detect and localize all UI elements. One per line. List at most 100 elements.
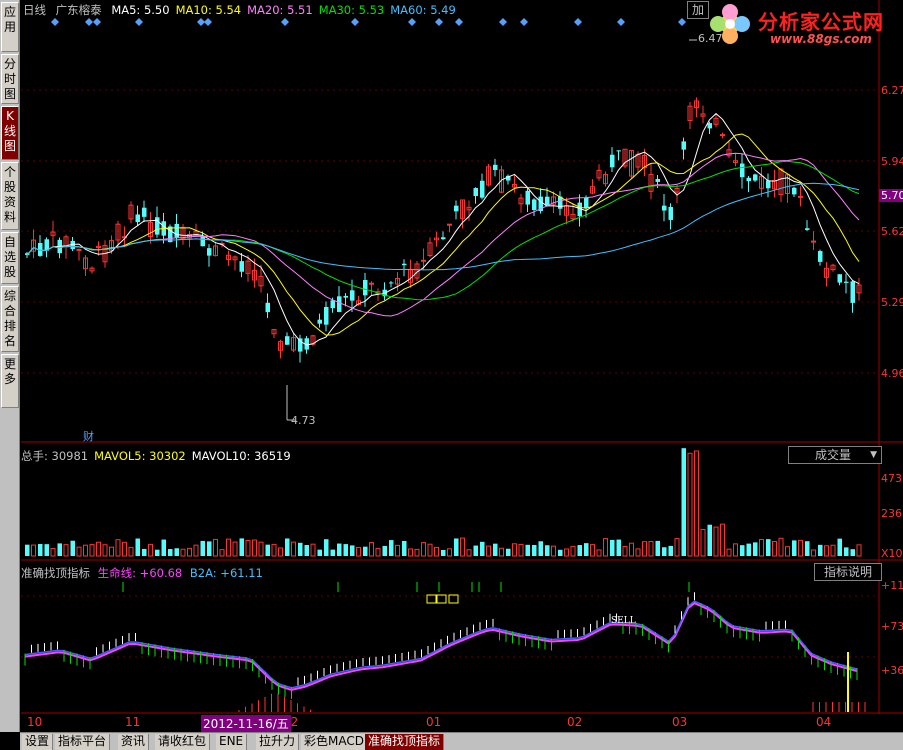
candle-body (239, 261, 244, 272)
price-tick: 5.29 (881, 296, 903, 309)
volume-bar (324, 539, 329, 556)
volume-legend-item: MAVOL10: 36519 (191, 449, 291, 463)
volume-bar (596, 549, 602, 557)
tab-3[interactable]: 请收红包 (155, 734, 211, 750)
volume-bar (109, 546, 114, 557)
volume-bar (473, 545, 478, 556)
volume-bar (558, 549, 563, 556)
volume-bar (402, 540, 407, 556)
indicator-tick: +36 (881, 664, 903, 677)
period-label: 日线 (23, 3, 46, 17)
tab-4[interactable]: ENE (216, 734, 248, 750)
volume-bar (356, 546, 361, 557)
bottom-tab-bar: 设置 指标平台 资讯 请收红包 ENE 拉升力 彩色MACD 准确找顶指标 (20, 732, 903, 750)
left-sidebar: 应用 分时图 K线图 个股资料 自选股 综合排名 更多 (0, 0, 20, 732)
price-tick: 4.96 (881, 367, 903, 380)
volume-bar (753, 542, 758, 556)
volume-bar (766, 539, 771, 556)
volume-bar (486, 545, 491, 557)
signal-diamond (281, 18, 289, 26)
candle-body (681, 141, 686, 150)
candle-body (324, 306, 329, 325)
volume-bar (759, 539, 764, 557)
indicator-help-button[interactable]: 指标说明 (814, 563, 882, 581)
yellow-signal-box (426, 594, 437, 604)
candle-body (441, 237, 446, 240)
volume-bar (232, 541, 238, 557)
chevron-down-icon[interactable]: ▼ (870, 447, 877, 463)
candle-body (317, 319, 322, 324)
chart-area[interactable]: 日线 广东榕泰 MA5: 5.50 MA10: 5.54 MA20: 5.51 MA3… (21, 0, 903, 732)
tab-0[interactable]: 设置 (22, 734, 54, 750)
volume-bar (564, 548, 569, 557)
signal-diamond (93, 18, 101, 26)
volume-bar (642, 541, 647, 557)
volume-bar (740, 545, 745, 556)
volume-bar (584, 543, 589, 556)
volume-bar (694, 450, 699, 557)
sidebar-item-more[interactable]: 更多 (1, 354, 19, 408)
candle-body (473, 188, 478, 197)
tab-1[interactable]: 指标平台 (55, 734, 111, 750)
volume-bar (733, 543, 738, 557)
sidebar-item-watchlist[interactable]: 自选股 (1, 232, 19, 284)
candle-body (668, 206, 673, 220)
indicator-selector-value: 成交量 (815, 448, 852, 462)
price-tick: 6.27 (881, 84, 903, 97)
tab-5[interactable]: 拉升力 (256, 734, 300, 750)
volume-tick: 473 (881, 472, 902, 485)
volume-bar (674, 538, 680, 557)
volume-bar (493, 543, 498, 556)
candle-body (493, 164, 498, 171)
signal-diamond (204, 18, 212, 26)
volume-bar (122, 541, 127, 557)
sidebar-item-apps[interactable]: 应用 (1, 2, 19, 52)
financial-marker[interactable]: 财 (83, 428, 94, 444)
volume-bar (142, 548, 147, 556)
volume-bar (317, 549, 322, 556)
volume-bar (629, 542, 634, 557)
volume-bar (369, 542, 374, 557)
volume-bar (304, 544, 309, 556)
chart-canvas[interactable] (21, 0, 903, 714)
indicator-name: 准确找顶指标 (21, 566, 90, 580)
sell-signal-label: SELL (611, 616, 636, 626)
volume-bar (635, 548, 641, 557)
signal-diamond (574, 18, 582, 26)
volume-bar (824, 545, 829, 557)
sidebar-item-stock-info[interactable]: 个股资料 (1, 162, 19, 230)
volume-bar (726, 548, 732, 557)
volume-bar (512, 543, 517, 557)
volume-bar (310, 543, 316, 557)
candle-body (402, 263, 407, 266)
current-price-tag: 5.70 (879, 189, 903, 202)
indicator-tick: +11 (881, 579, 903, 592)
volume-bar (506, 548, 511, 556)
candle-body (350, 290, 355, 301)
tab-7[interactable]: 准确找顶指标 (365, 734, 445, 750)
sidebar-item-kline[interactable]: K线图 (1, 106, 19, 160)
candle-body (207, 248, 212, 256)
volume-bar (278, 547, 283, 557)
volume-bar (174, 548, 179, 556)
ma-legend: MA5: 5.50 MA10: 5.54 MA20: 5.51 MA30: 5.53 M… (105, 3, 456, 17)
indicator-selector[interactable]: 成交量 ▼ (788, 446, 882, 464)
tab-2[interactable]: 资讯 (118, 734, 150, 750)
sidebar-item-ranking[interactable]: 综合排名 (1, 286, 19, 352)
volume-legend-item: 总手: 30981 (21, 449, 89, 463)
volume-bar (447, 548, 452, 557)
volume-bar (161, 539, 166, 556)
volume-bar (499, 547, 504, 557)
volume-bar (207, 541, 212, 556)
stock-name: 广东榕泰 (55, 3, 102, 17)
volume-bar (441, 549, 446, 556)
tab-6[interactable]: 彩色MACD (301, 734, 368, 750)
ma-legend-item: MA30: 5.53 (318, 3, 385, 17)
volume-bar (258, 541, 264, 557)
volume-bar (830, 544, 836, 557)
volume-bar (343, 544, 348, 556)
volume-bar (382, 545, 387, 556)
sidebar-item-intraday[interactable]: 分时图 (1, 54, 19, 104)
candle-body (421, 259, 426, 262)
volume-bar (610, 539, 615, 556)
